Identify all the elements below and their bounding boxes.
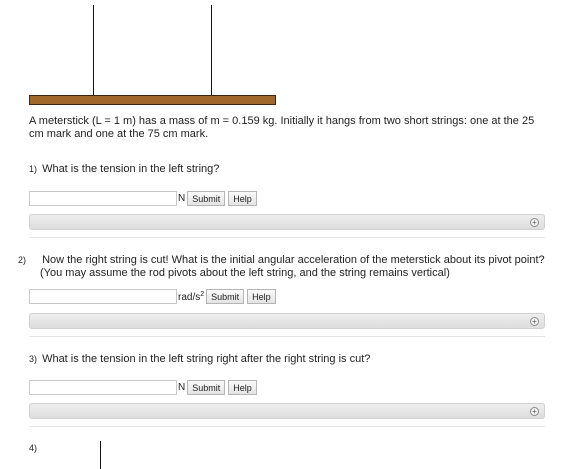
hint-bar-1[interactable]: + xyxy=(29,214,545,230)
problem-statement: A meterstick (L = 1 m) has a mass of m =… xyxy=(29,115,535,140)
unit-label: N xyxy=(178,193,186,204)
submit-button-3[interactable]: Submit xyxy=(187,380,226,395)
meterstick-figure xyxy=(29,0,279,108)
unit-label: rad/s2 xyxy=(178,291,204,303)
answer-row-1: N Submit Help xyxy=(29,190,260,207)
separator xyxy=(29,336,545,337)
question-number: 2) xyxy=(18,255,27,265)
answer-row-3: N Submit Help xyxy=(29,379,260,396)
question-1: 1) What is the tension in the left strin… xyxy=(29,163,549,176)
hint-bar-3[interactable]: + xyxy=(29,403,545,419)
meterstick xyxy=(29,95,276,105)
submit-button-2[interactable]: Submit xyxy=(206,289,245,304)
question-text: What is the tension in the left string r… xyxy=(42,353,371,365)
question-text: What is the tension in the left string? xyxy=(42,163,220,175)
unit-label: N xyxy=(178,382,186,393)
question-3: 3) What is the tension in the left strin… xyxy=(29,353,549,366)
answer-input-3[interactable] xyxy=(29,380,177,395)
answer-input-2[interactable] xyxy=(29,289,177,304)
unit-exponent: 2 xyxy=(200,290,205,298)
left-string xyxy=(93,5,94,96)
question-number: 1) xyxy=(29,164,38,174)
plus-circle-icon[interactable]: + xyxy=(530,317,539,326)
plus-circle-icon[interactable]: + xyxy=(530,407,539,416)
right-string xyxy=(211,5,212,96)
answer-row-2: rad/s2 Submit Help xyxy=(29,288,279,305)
question-4: 4) xyxy=(29,442,549,455)
help-button-2[interactable]: Help xyxy=(247,289,276,304)
plus-circle-icon[interactable]: + xyxy=(530,218,539,227)
string-line xyxy=(100,441,101,469)
hint-bar-2[interactable]: + xyxy=(29,313,545,329)
answer-input-1[interactable] xyxy=(29,191,177,206)
question-number: 3) xyxy=(29,354,38,364)
question-number: 4) xyxy=(29,443,38,453)
separator xyxy=(29,237,545,238)
question-2: 2) Now the right string is cut! What is … xyxy=(18,254,560,280)
submit-button-1[interactable]: Submit xyxy=(187,191,226,206)
help-button-3[interactable]: Help xyxy=(228,380,257,395)
separator xyxy=(29,426,545,427)
unit-base: rad/s xyxy=(178,291,201,303)
question-text: Now the right string is cut! What is the… xyxy=(40,254,545,279)
help-button-1[interactable]: Help xyxy=(228,191,257,206)
